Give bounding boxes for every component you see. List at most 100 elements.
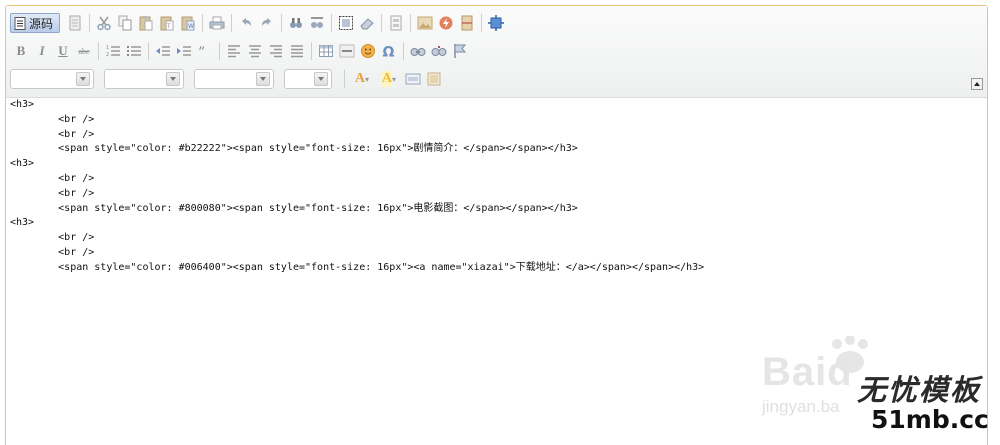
table-button[interactable] xyxy=(317,42,335,60)
div-button[interactable] xyxy=(404,70,422,88)
link-button[interactable] xyxy=(409,42,427,60)
toolbar-separator xyxy=(148,42,149,60)
redo-button[interactable] xyxy=(258,14,276,32)
toolbar-separator xyxy=(202,14,203,32)
source-line: <br /> xyxy=(10,128,95,140)
link-icon xyxy=(410,48,426,56)
save-button[interactable] xyxy=(66,14,84,32)
toolbar-separator xyxy=(403,42,404,60)
brand-watermark: 无忧模板 xyxy=(857,373,982,407)
text-color-label: A xyxy=(354,71,366,86)
source-line: <br /> xyxy=(10,232,95,244)
bg-color-button[interactable]: A ▾ xyxy=(377,70,401,88)
chevron-down-icon: ▾ xyxy=(392,74,397,84)
align-left-button[interactable] xyxy=(225,42,243,60)
special-char-button[interactable]: Ω xyxy=(380,42,398,60)
chevron-down-icon xyxy=(166,72,180,86)
flash-icon xyxy=(439,16,453,30)
bulleted-list-button[interactable] xyxy=(125,42,143,60)
svg-text:T: T xyxy=(166,23,171,30)
toolbar-separator xyxy=(331,14,332,32)
source-line: <span style="color: #800080"><span style… xyxy=(10,202,578,214)
show-blocks-button[interactable] xyxy=(425,70,443,88)
toolbar-row-1: 源码 T W xyxy=(10,12,508,34)
italic-button[interactable]: I xyxy=(33,42,51,60)
outdent-button[interactable] xyxy=(154,42,172,60)
omega-icon: Ω xyxy=(383,45,395,60)
underline-button[interactable]: U xyxy=(54,42,72,60)
paste-button[interactable] xyxy=(137,14,155,32)
italic-label: I xyxy=(39,43,45,58)
anchor-button[interactable] xyxy=(451,42,469,60)
remove-format-button[interactable] xyxy=(358,14,376,32)
toolbar-separator xyxy=(98,42,99,60)
image-button[interactable] xyxy=(416,14,434,32)
toolbar-separator xyxy=(219,42,220,60)
size-dropdown[interactable] xyxy=(284,69,332,89)
copy-icon xyxy=(118,15,132,31)
cut-button[interactable] xyxy=(95,14,113,32)
indent-button[interactable] xyxy=(175,42,193,60)
toolbar-row-2: B I U abc 12 ” Ω xyxy=(12,40,472,62)
smiley-button[interactable] xyxy=(359,42,377,60)
source-line: <br /> xyxy=(10,187,95,199)
toolbar-separator xyxy=(89,14,90,32)
bg-color-label: A xyxy=(381,71,393,87)
svg-text:”: ” xyxy=(198,45,205,59)
binoculars-icon xyxy=(290,18,302,28)
chevron-down-icon xyxy=(314,72,328,86)
text-color-button[interactable]: A ▾ xyxy=(350,70,374,88)
source-line: <h3> xyxy=(10,158,35,170)
bulleted-list-icon xyxy=(127,46,141,56)
source-line: <br /> xyxy=(10,113,95,125)
copy-button[interactable] xyxy=(116,14,134,32)
svg-text:W: W xyxy=(188,23,194,30)
editor-toolbar: 源码 T W B I U abc 1 2 ” Ω A ▾ A ▾ xyxy=(6,6,987,98)
format-dropdown[interactable] xyxy=(104,69,184,89)
domain-watermark: 51mb.cc xyxy=(871,405,989,434)
printer-icon xyxy=(209,16,225,30)
smiley-icon xyxy=(361,44,375,58)
align-justify-button[interactable] xyxy=(288,42,306,60)
toolbar-separator xyxy=(410,14,411,32)
page-break-button[interactable] xyxy=(458,14,476,32)
templates-icon xyxy=(390,15,402,31)
align-center-button[interactable] xyxy=(246,42,264,60)
collapse-toolbar-button[interactable] xyxy=(971,78,983,90)
source-line: <br /> xyxy=(10,246,95,258)
templates-button[interactable] xyxy=(387,14,405,32)
paste-text-button[interactable]: T xyxy=(158,14,176,32)
replace-button[interactable] xyxy=(308,14,326,32)
align-right-button[interactable] xyxy=(267,42,285,60)
image-icon xyxy=(417,16,433,30)
div-icon xyxy=(405,73,421,85)
scissors-icon xyxy=(97,16,111,31)
select-all-button[interactable] xyxy=(337,14,355,32)
find-button[interactable] xyxy=(287,14,305,32)
toolbar-separator xyxy=(281,14,282,32)
style-dropdown[interactable] xyxy=(10,69,94,89)
source-line: <h3> xyxy=(10,217,35,229)
print-button[interactable] xyxy=(208,14,226,32)
maximize-button[interactable] xyxy=(487,14,505,32)
font-dropdown[interactable] xyxy=(194,69,274,89)
numbered-list-button[interactable]: 12 xyxy=(104,42,122,60)
unlink-button[interactable] xyxy=(430,42,448,60)
svg-text:Ω: Ω xyxy=(383,45,395,60)
numbered-list-icon: 12 xyxy=(106,45,120,58)
flash-button[interactable] xyxy=(437,14,455,32)
horizontal-rule-button[interactable] xyxy=(338,42,356,60)
toolbar-separator xyxy=(381,14,382,32)
page-break-icon xyxy=(461,15,473,31)
bold-button[interactable]: B xyxy=(12,42,30,60)
paste-icon xyxy=(139,16,153,31)
blockquote-button[interactable]: ” xyxy=(196,42,214,60)
paste-word-button[interactable]: W xyxy=(179,14,197,32)
unlink-icon xyxy=(431,46,447,56)
strikethrough-button[interactable]: abc xyxy=(75,42,93,60)
paste-word-icon: W xyxy=(181,16,195,31)
source-button[interactable]: 源码 xyxy=(10,13,60,33)
horizontal-rule-icon xyxy=(339,44,355,58)
undo-button[interactable] xyxy=(237,14,255,32)
align-justify-icon xyxy=(291,45,303,58)
